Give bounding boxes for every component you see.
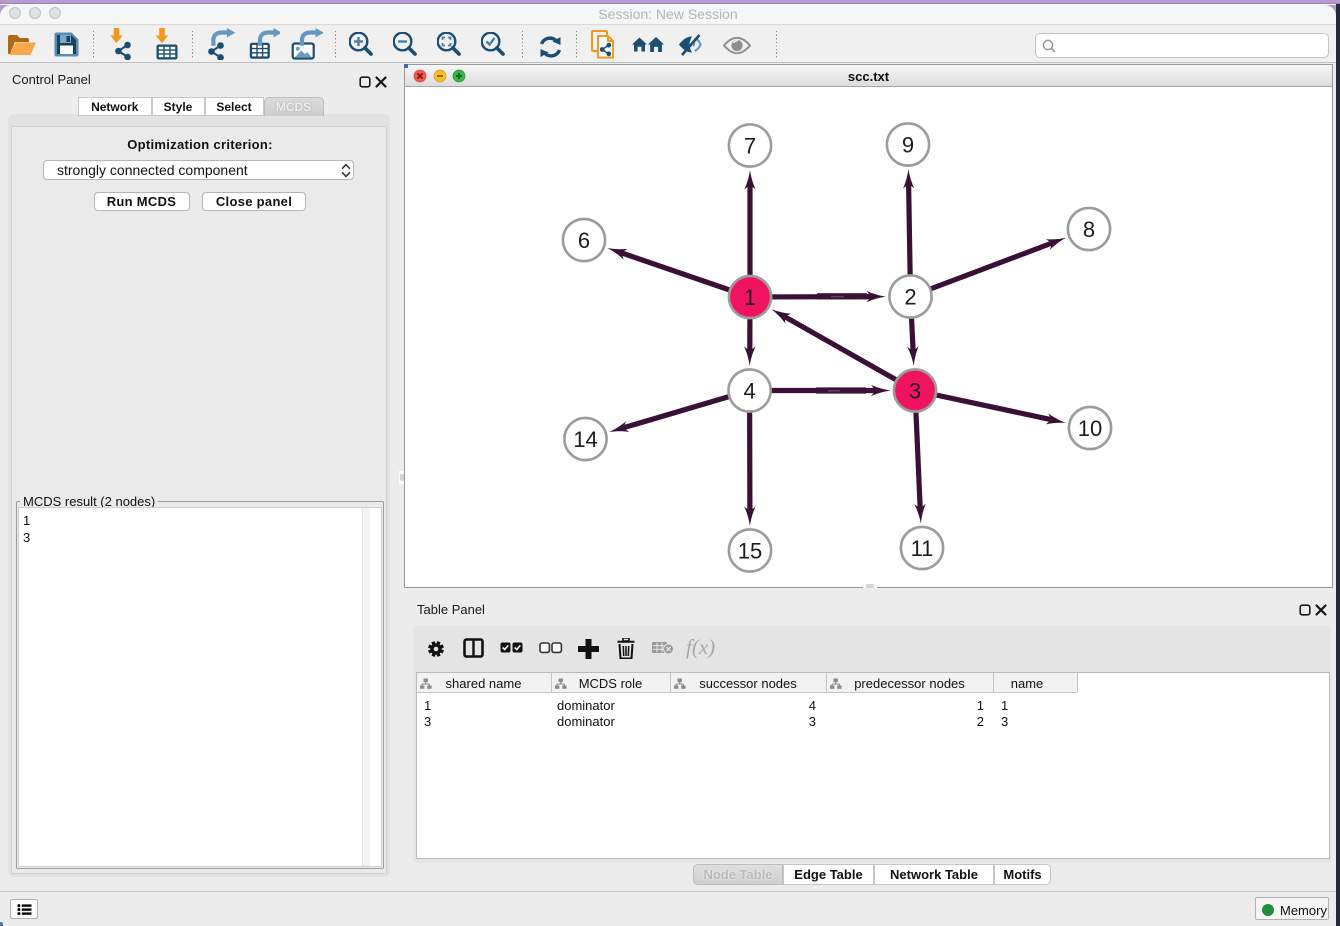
svg-text:1: 1 <box>744 285 756 310</box>
svg-text:4: 4 <box>743 378 755 403</box>
svg-text:15: 15 <box>738 538 762 563</box>
svg-text:10: 10 <box>1078 416 1102 441</box>
svg-text:11: 11 <box>911 536 934 561</box>
svg-text:6: 6 <box>578 228 590 253</box>
svg-text:2: 2 <box>904 284 916 309</box>
svg-text:14: 14 <box>573 427 597 452</box>
svg-text:8: 8 <box>1083 217 1095 242</box>
svg-text:7: 7 <box>744 133 756 158</box>
svg-text:3: 3 <box>909 378 921 403</box>
svg-text:9: 9 <box>902 132 914 157</box>
